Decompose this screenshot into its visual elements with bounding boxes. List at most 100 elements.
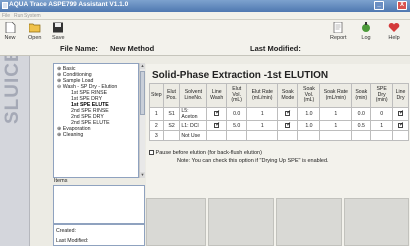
col-soak: Soak (min) [351,83,372,108]
pause-checkbox[interactable] [149,150,154,156]
line-wash-checkbox[interactable] [214,122,220,128]
col-elut-rate: Elut Rate (mL/min) [246,83,279,108]
elut-rate-cell[interactable]: 1 [246,107,279,121]
col-elut-vol: Elut Vol. (mL) [226,83,248,108]
last-modified-label: Last Modified: [250,44,301,53]
line-dry-checkbox[interactable] [398,122,404,128]
log-button[interactable]: Log [360,22,372,41]
table-header-row: Step Elut Pos. Solvent LineNo. Line Wash… [149,83,409,108]
page-title: Solid-Phase Extraction -1st ELUTION [152,70,329,81]
solvent-cell[interactable]: Not Use [179,130,208,141]
empty-cell [246,130,279,141]
soak-rate-cell[interactable]: 1 [319,107,353,121]
soak-vol-cell[interactable]: 1.0 [297,107,321,121]
elut-pos-cell[interactable]: S2 [162,120,181,131]
line-dry-checkbox[interactable] [398,110,404,117]
spe-dry-cell[interactable]: 0 [370,107,394,121]
soak-mode-cell [277,107,299,121]
empty-cell [370,130,394,141]
step-cell: 2 [149,120,164,131]
report-icon [332,21,344,34]
folder-icon [28,22,41,33]
empty-cell [297,130,321,141]
window-title: AQUA Trace ASPE799 Assistant V1.1.0 [9,1,129,8]
log-icon [360,22,372,33]
new-file-icon [4,21,16,34]
line-wash-cell [206,107,228,121]
scroll-down-icon[interactable]: ▼ [140,172,145,178]
menu-bar: File Run System [0,12,410,20]
help-button[interactable]: Help [388,22,400,41]
col-soak-mode: Soak Mode [277,83,299,108]
line-dry-cell [392,120,409,131]
elut-rate-cell[interactable]: 1 [246,120,279,131]
file-name-label: File Name: [60,44,98,53]
col-step: Step [149,83,164,108]
title-bar: AQUA Trace ASPE799 Assistant V1.1.0 _ X [0,0,410,12]
col-solvent: Solvent LineNo. [179,83,208,108]
brand-logo: SLUICES Inc [2,56,23,124]
save-button[interactable]: Save [52,22,65,41]
panel-placeholder [344,198,409,246]
pause-option[interactable]: Pause before elution (for back-flush elu… [149,150,262,156]
menu-file[interactable]: File [2,12,10,20]
line-wash-cell [206,120,228,131]
tree-item-cleaning[interactable]: ⊕ Cleaning [57,132,83,138]
empty-cell [277,130,299,141]
elut-vol-cell[interactable]: 5.0 [226,120,248,131]
soak-rate-cell[interactable]: 1 [319,120,353,131]
col-soak-vol: Soak Vol. (mL) [297,83,321,108]
elut-vol-cell[interactable]: 0.0 [226,107,248,121]
heart-icon [388,22,400,33]
soak-mode-cell [277,120,299,131]
line-dry-cell [392,107,409,121]
report-button[interactable]: Report [330,21,347,41]
elution-table: Step Elut Pos. Solvent LineNo. Line Wash… [149,83,409,141]
minimize-button[interactable]: _ [374,1,384,10]
items-list[interactable] [53,185,145,224]
app-icon [2,2,8,9]
table-row: 1 S1 L5: Aceton 0.0 1 1.0 1 0.0 0 [149,107,409,121]
close-button[interactable]: X [397,1,407,10]
soak-mode-checkbox[interactable] [285,122,291,128]
soak-cell[interactable]: 0.0 [351,107,372,121]
open-button[interactable]: Open [28,22,41,41]
menu-run[interactable]: Run [14,12,23,20]
soak-vol-cell[interactable]: 1.0 [297,120,321,131]
empty-cell [226,130,248,141]
line-wash-checkbox[interactable] [214,110,220,117]
elut-pos-cell[interactable] [162,130,181,141]
panel-placeholder [146,198,206,246]
spe-dry-cell[interactable]: 1 [370,120,394,131]
col-elut-pos: Elut Pos. [162,83,181,108]
col-soak-rate: Soak Rate (mL/min) [319,83,353,108]
empty-cell [351,130,372,141]
empty-cell [319,130,353,141]
floppy-icon [52,22,64,33]
scroll-thumb[interactable] [140,71,145,115]
col-spe-dry: SPE Dry (min) [370,83,394,108]
solvent-cell[interactable]: L5: Aceton [179,107,208,121]
table-row: 3 Not Use [149,130,409,141]
table-row: 2 S2 L1: DCl 5.0 1 1.0 1 0.5 1 [149,120,409,131]
brand-sidebar: SLUICES Inc [0,56,30,246]
elut-pos-cell[interactable]: S1 [162,107,181,121]
empty-cell [206,130,228,141]
items-label: Items [54,178,68,184]
created-info: Created: Last Modified: [53,224,145,246]
solvent-cell[interactable]: L1: DCl [179,120,208,131]
file-name-value: New Method [110,44,155,53]
step-cell: 1 [149,107,164,121]
pause-label: Pause before elution (for back-flush elu… [155,150,262,156]
new-button[interactable]: New [4,21,16,41]
panel-placeholder [276,198,342,246]
panel-placeholder [208,198,274,246]
created-label: Created: [56,228,76,234]
menu-system[interactable]: System [24,12,41,20]
tree-scrollbar[interactable]: ▲ ▼ [139,63,145,178]
empty-cell [392,130,409,141]
soak-mode-checkbox[interactable] [285,110,291,117]
soak-cell[interactable]: 0.5 [351,120,372,131]
scroll-up-icon[interactable]: ▲ [140,63,145,69]
col-line-dry: Line Dry [392,83,409,108]
